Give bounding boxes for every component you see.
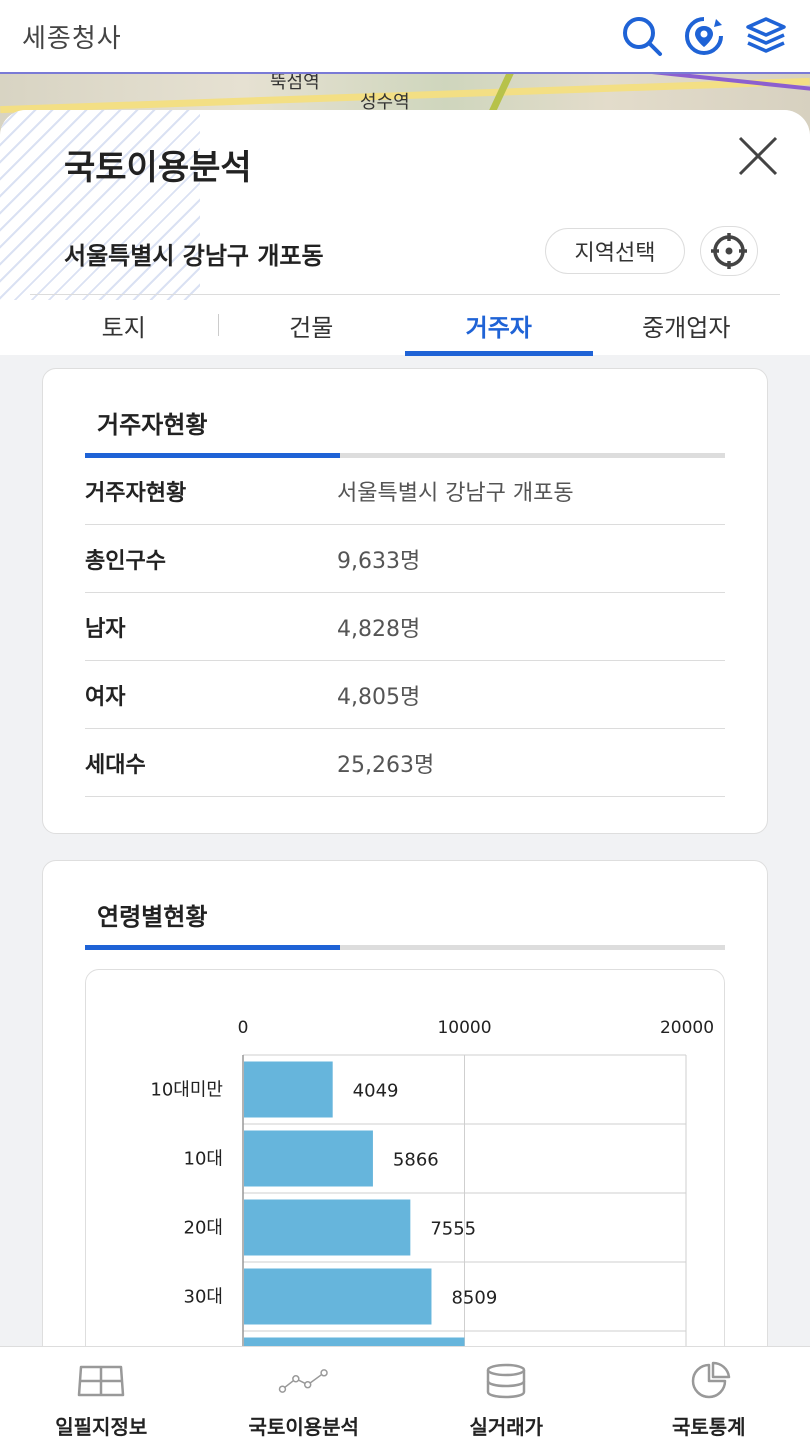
row-key: 세대수 [85,752,146,778]
category-label: 30대 [184,1287,223,1308]
decorative-hatch [0,110,200,300]
nav-label: 국토통계 [671,1415,746,1439]
database-icon [480,1361,532,1401]
chart-container: 0 10000 20000 10대미만 4049 10대 5866 20대 7555 30대 850… [85,969,725,1350]
age-distribution-card: 연령별현황 0 10000 20000 10대미만 4049 10대 5866 20대 7555… [42,860,768,1350]
row-key: 여자 [85,684,126,710]
x-tick-label: 0 [238,1018,249,1038]
analysis-tabs: 토지 건물 거주자 중개업자 [30,296,781,356]
category-label: 10대미만 [150,1080,223,1101]
category-label: 10대 [184,1149,223,1170]
data-label: 8509 [451,1288,497,1309]
nav-label: 국토이용분석 [248,1415,359,1439]
row-key: 거주자현황 [85,480,187,506]
top-app-bar: 세종청사 [0,0,810,74]
data-label: 5866 [393,1150,439,1171]
nav-parcel-info[interactable]: 일필지정보 [0,1347,203,1440]
map-label: 뚝섬역 [270,74,320,93]
table-row: 여자 4,805명 [85,661,725,729]
row-value: 4,805명 [337,684,421,710]
row-value: 서울특별시 강남구 개포동 [337,480,574,506]
table-row: 세대수 25,263명 [85,729,725,797]
pie-chart-icon [683,1361,735,1401]
land-use-analysis-panel: 국토이용분석 서울특별시 강남구 개포동 지역선택 토지 건물 거주자 중개업자… [0,110,810,1350]
table-row: 거주자현황 서울특별시 강남구 개포동 [85,457,725,525]
nav-label: 실거래가 [469,1415,544,1439]
table-row: 남자 4,828명 [85,593,725,661]
bar [244,1199,411,1256]
data-label: 7555 [430,1219,476,1240]
row-key: 남자 [85,616,126,642]
location-refresh-icon[interactable] [682,14,726,58]
residents-title: 거주자현황 [97,411,208,439]
panel-title: 국토이용분석 [64,148,252,188]
category-label: 20대 [184,1218,223,1239]
line-graph-icon [278,1361,330,1401]
map-grid-icon [75,1361,127,1401]
nav-label: 일필지정보 [55,1415,148,1439]
app-title: 세종청사 [22,23,122,54]
residents-card: 거주자현황 거주자현황 서울특별시 강남구 개포동 총인구수 9,633명 남자… [42,368,768,834]
close-icon[interactable] [736,134,780,178]
bar [244,1268,432,1325]
section-underline [85,945,725,950]
panel-header: 국토이용분석 서울특별시 강남구 개포동 지역선택 토지 건물 거주자 중개업자 [0,110,810,356]
nav-national-statistics[interactable]: 국토통계 [608,1347,810,1440]
x-tick-label: 10000 [437,1018,491,1038]
bar [244,1130,373,1187]
tab-building[interactable]: 건물 [217,296,406,354]
nav-land-use-analysis[interactable]: 국토이용분석 [203,1347,406,1440]
tab-brokers[interactable]: 중개업자 [593,296,781,354]
data-label: 4049 [353,1081,399,1102]
table-row: 총인구수 9,633명 [85,525,725,593]
row-value: 9,633명 [337,548,421,574]
residents-table: 거주자현황 서울특별시 강남구 개포동 총인구수 9,633명 남자 4,828… [85,457,725,797]
x-tick-label: 20000 [660,1018,714,1038]
row-value: 4,828명 [337,616,421,642]
row-key: 총인구수 [85,548,166,574]
bar [244,1061,333,1118]
row-value: 25,263명 [337,752,435,778]
nav-real-transaction[interactable]: 실거래가 [405,1347,608,1440]
current-location-icon[interactable] [700,226,758,276]
age-bar-chart: 0 10000 20000 10대미만 4049 10대 5866 20대 7555 30대 850… [150,1018,714,1350]
region-select-button[interactable]: 지역선택 [545,228,685,274]
selected-region: 서울특별시 강남구 개포동 [64,242,324,270]
divider [30,294,780,295]
tab-land[interactable]: 토지 [30,296,218,354]
bottom-navigation: 일필지정보 국토이용분석 실거래가 국토통계 [0,1346,810,1440]
search-icon[interactable] [620,14,664,58]
layers-icon[interactable] [744,14,788,58]
age-title: 연령별현황 [97,903,208,931]
tab-residents[interactable]: 거주자 [405,296,593,356]
